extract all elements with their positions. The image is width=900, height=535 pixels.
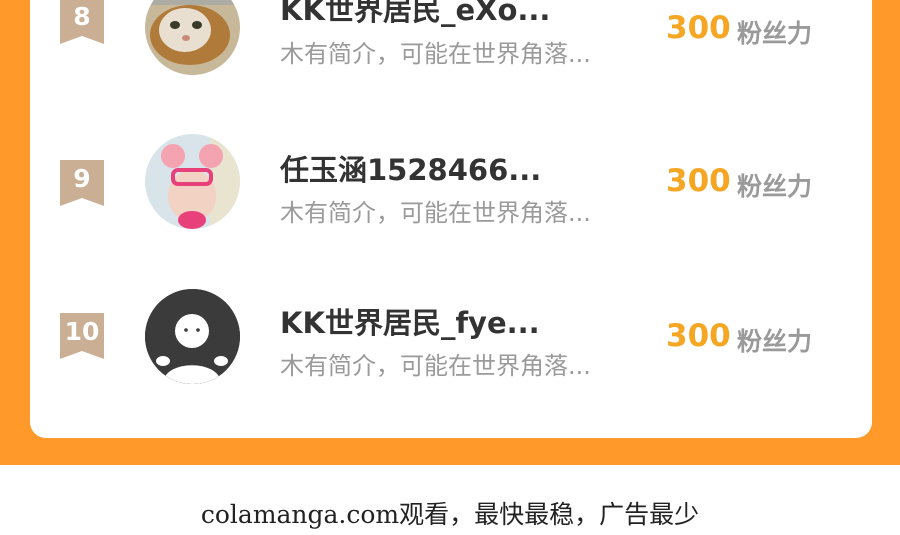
rank-badge: 10 (60, 313, 104, 361)
ranking-card: 8 KK世界居民_eXo... 木有简介，可能在世界角落... 300 粉丝力 … (30, 0, 872, 438)
fan-points-label: 粉丝力 (737, 172, 813, 201)
rank-number: 9 (73, 164, 91, 193)
ranking-row[interactable]: 9 任玉涵1528466... 木有简介，可能在世界角落... 300 粉丝力 (30, 120, 872, 240)
rank-number: 10 (64, 317, 100, 346)
ranking-row[interactable]: 10 KK世界居民_fye... 木有简介，可能在世界角落... 300 粉丝力 (30, 275, 872, 395)
default-user-avatar[interactable] (145, 289, 240, 384)
site-footer-text: colamanga.com观看，最快最稳，广告最少 (200, 500, 700, 529)
user-bio: 木有简介，可能在世界角落... (280, 352, 591, 380)
fan-points-label: 粉丝力 (737, 327, 813, 356)
fan-points-label: 粉丝力 (737, 19, 813, 48)
fan-points: 300 (666, 318, 731, 354)
ranking-row[interactable]: 8 KK世界居民_eXo... 木有简介，可能在世界角落... 300 粉丝力 (30, 0, 872, 90)
fan-points: 300 (666, 163, 731, 199)
rank-badge: 9 (60, 160, 104, 208)
cat-avatar[interactable] (145, 0, 240, 75)
user-name[interactable]: KK世界居民_eXo... (280, 0, 550, 29)
user-bio: 木有简介，可能在世界角落... (280, 199, 591, 227)
user-name[interactable]: 任玉涵1528466... (280, 147, 541, 189)
user-name[interactable]: KK世界居民_fye... (280, 300, 540, 342)
user-bio: 木有简介，可能在世界角落... (280, 40, 591, 68)
child-photo-avatar[interactable] (145, 134, 240, 229)
rank-number: 8 (73, 2, 91, 31)
fan-points: 300 (666, 10, 731, 46)
rank-badge: 8 (60, 0, 104, 46)
